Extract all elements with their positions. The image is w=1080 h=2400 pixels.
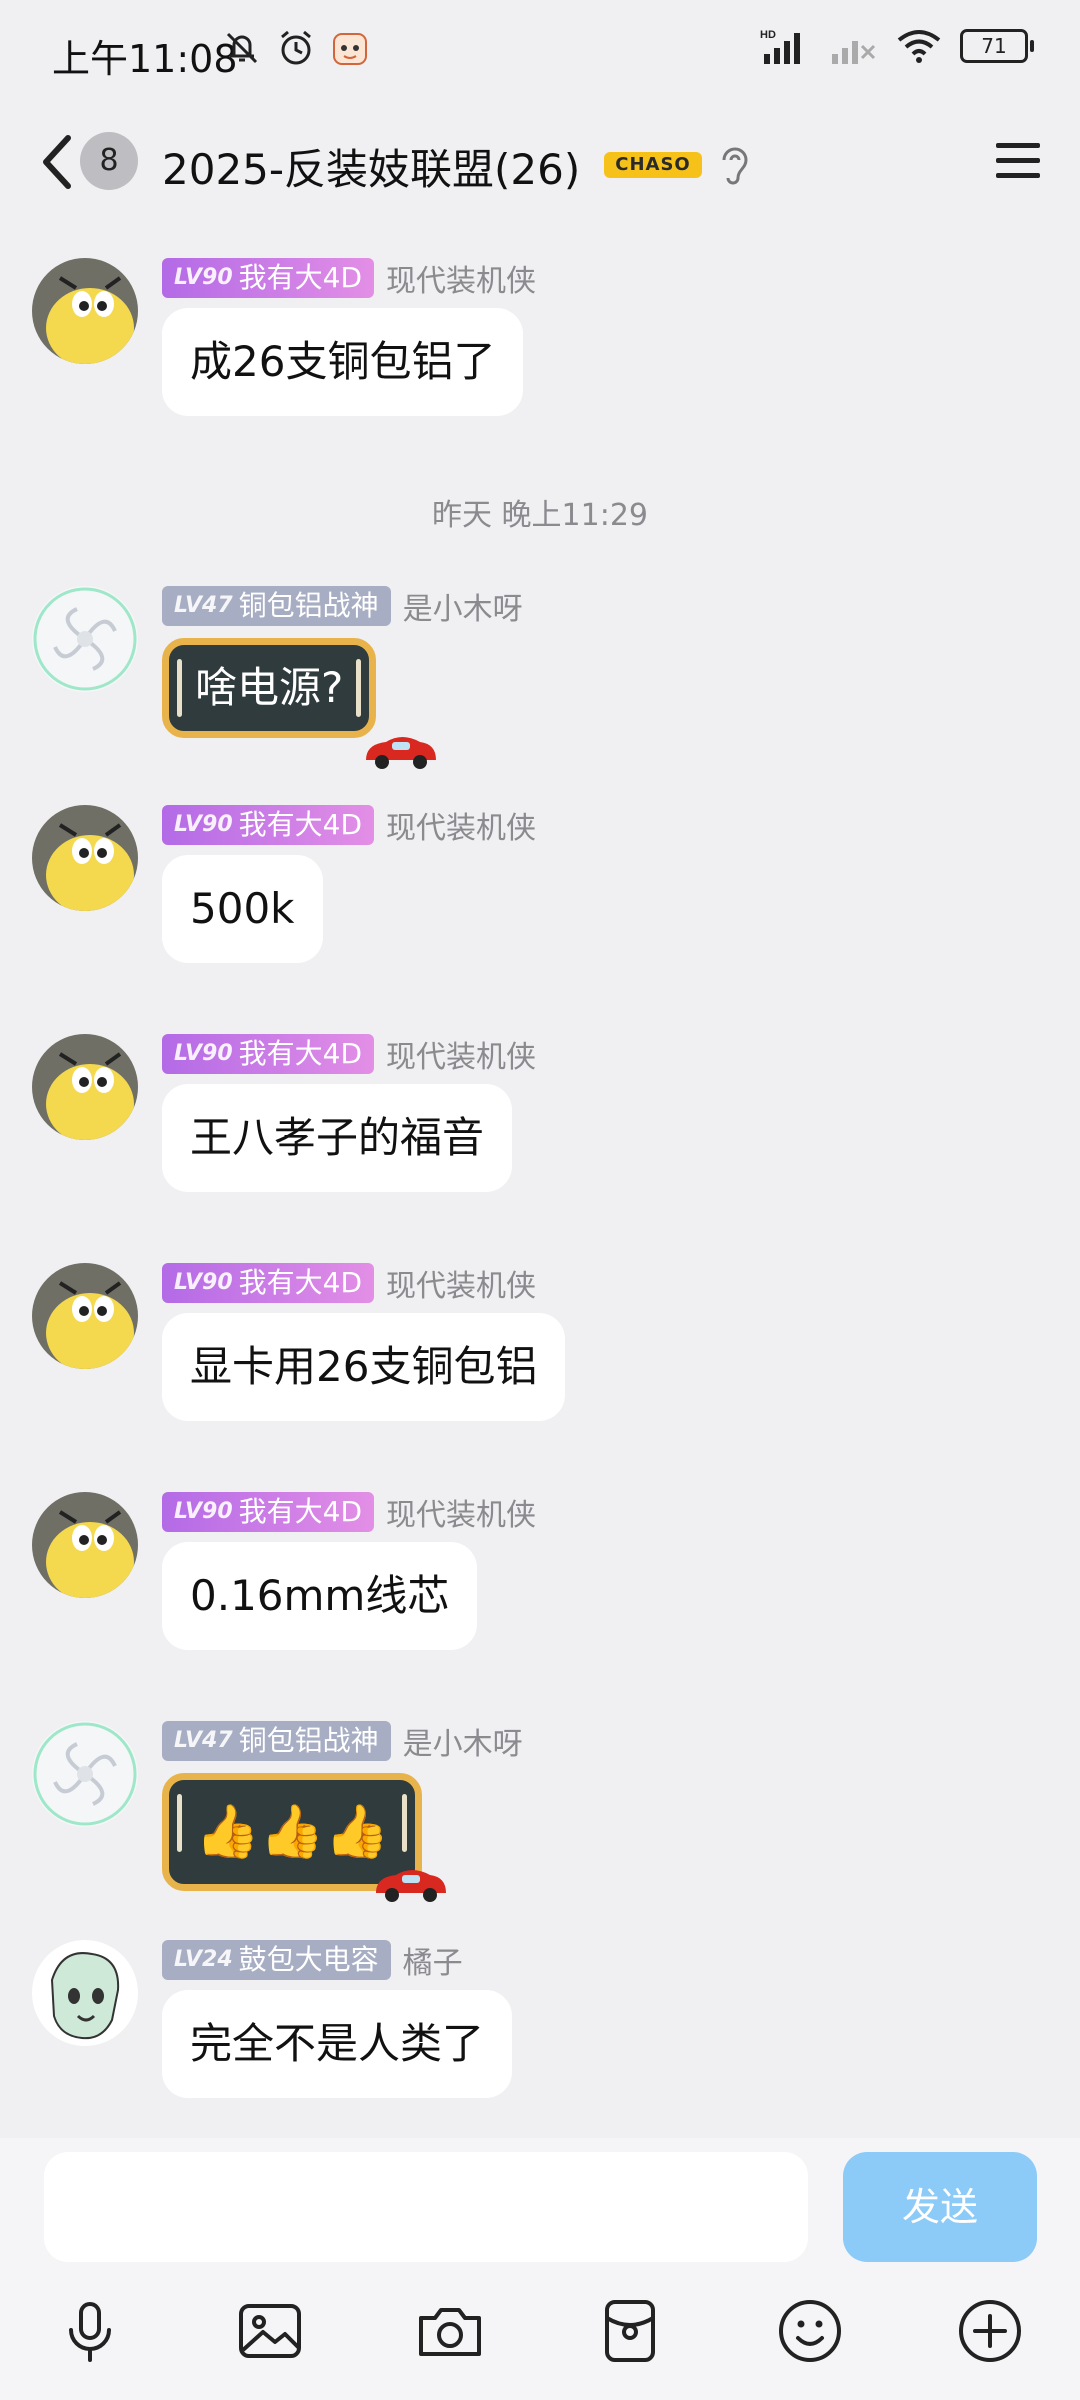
input-bar: 发送 <box>0 2138 1080 2400</box>
signal-weak-icon <box>832 41 876 64</box>
menu-icon[interactable] <box>994 140 1042 182</box>
ear-icon[interactable] <box>718 144 752 188</box>
message-bubble[interactable]: 王八孝子的福音 <box>162 1084 513 1192</box>
plus-icon[interactable] <box>955 2296 1025 2366</box>
timestamp: 昨天 晚上11:29 <box>432 498 648 533</box>
message-bubble[interactable]: 完全不是人类了 <box>162 1990 513 2098</box>
car-sticker-icon <box>366 737 436 769</box>
message-input[interactable] <box>44 2152 808 2262</box>
message-bubble[interactable]: 500k <box>162 855 323 963</box>
mute-icon <box>226 32 258 64</box>
avatar[interactable] <box>32 1034 138 1140</box>
back-arrow-icon[interactable] <box>38 132 74 192</box>
sender-nickname[interactable]: 现代装机侠 <box>386 803 536 847</box>
avatar[interactable] <box>32 805 138 911</box>
sender-nickname[interactable]: 现代装机侠 <box>386 1261 536 1305</box>
wifi-icon <box>897 30 941 63</box>
member-title-badge: LV90 我有大4D <box>162 258 375 298</box>
unread-count-badge[interactable]: 8 <box>80 132 138 190</box>
avatar[interactable] <box>32 1492 138 1598</box>
sender-nickname[interactable]: 橘子 <box>403 1938 463 1982</box>
send-button[interactable]: 发送 <box>843 2152 1037 2262</box>
avatar[interactable] <box>32 1721 138 1827</box>
member-title-badge: LV47 铜包铝战神 <box>162 1721 391 1761</box>
chat-header: 8 2025-反装妓联盟(26) CHASO <box>0 118 1080 204</box>
sender-nickname[interactable]: 现代装机侠 <box>386 1032 536 1076</box>
member-title-badge: LV24 鼓包大电容 <box>162 1940 391 1980</box>
sender-nickname[interactable]: 现代装机侠 <box>386 1490 536 1534</box>
group-title[interactable]: 2025-反装妓联盟(26) <box>162 136 580 197</box>
member-title-badge: LV90 我有大4D <box>162 1034 375 1074</box>
status-time: 上午11:08 <box>52 37 238 81</box>
avatar[interactable] <box>32 586 138 692</box>
message-bubble[interactable]: 成26支铜包铝了 <box>162 308 524 416</box>
svg-text:HD: HD <box>760 29 776 41</box>
avatar[interactable] <box>32 1263 138 1369</box>
camera-icon[interactable] <box>415 2296 485 2366</box>
sender-nickname[interactable]: 是小木呀 <box>403 584 523 628</box>
battery-icon: 71 <box>960 29 1034 63</box>
sender-nickname[interactable]: 是小木呀 <box>403 1719 523 1763</box>
app-notification-icon <box>333 33 367 65</box>
status-bar: 上午11:08 HD 71 <box>0 0 1080 100</box>
signal-icon: HD <box>760 29 800 64</box>
member-title-badge: LV47 铜包铝战神 <box>162 586 391 626</box>
sender-nickname[interactable]: 现代装机侠 <box>386 256 536 300</box>
emoji-icon[interactable] <box>775 2296 845 2366</box>
message-bubble[interactable]: 显卡用26支铜包铝 <box>162 1313 566 1421</box>
member-title-badge: LV90 我有大4D <box>162 1492 375 1532</box>
member-title-badge: LV90 我有大4D <box>162 1263 375 1303</box>
message-bubble[interactable]: 0.16mm线芯 <box>162 1542 478 1650</box>
car-sticker-icon <box>376 1870 446 1902</box>
alarm-icon <box>281 30 311 65</box>
microphone-icon[interactable] <box>55 2296 125 2366</box>
image-icon[interactable] <box>235 2296 305 2366</box>
avatar[interactable] <box>32 258 138 364</box>
group-badge: CHASO <box>604 152 702 178</box>
red-packet-icon[interactable] <box>595 2296 665 2366</box>
message-bubble[interactable]: 啥电源? <box>162 638 377 738</box>
member-title-badge: LV90 我有大4D <box>162 805 375 845</box>
avatar[interactable] <box>32 1940 138 2046</box>
